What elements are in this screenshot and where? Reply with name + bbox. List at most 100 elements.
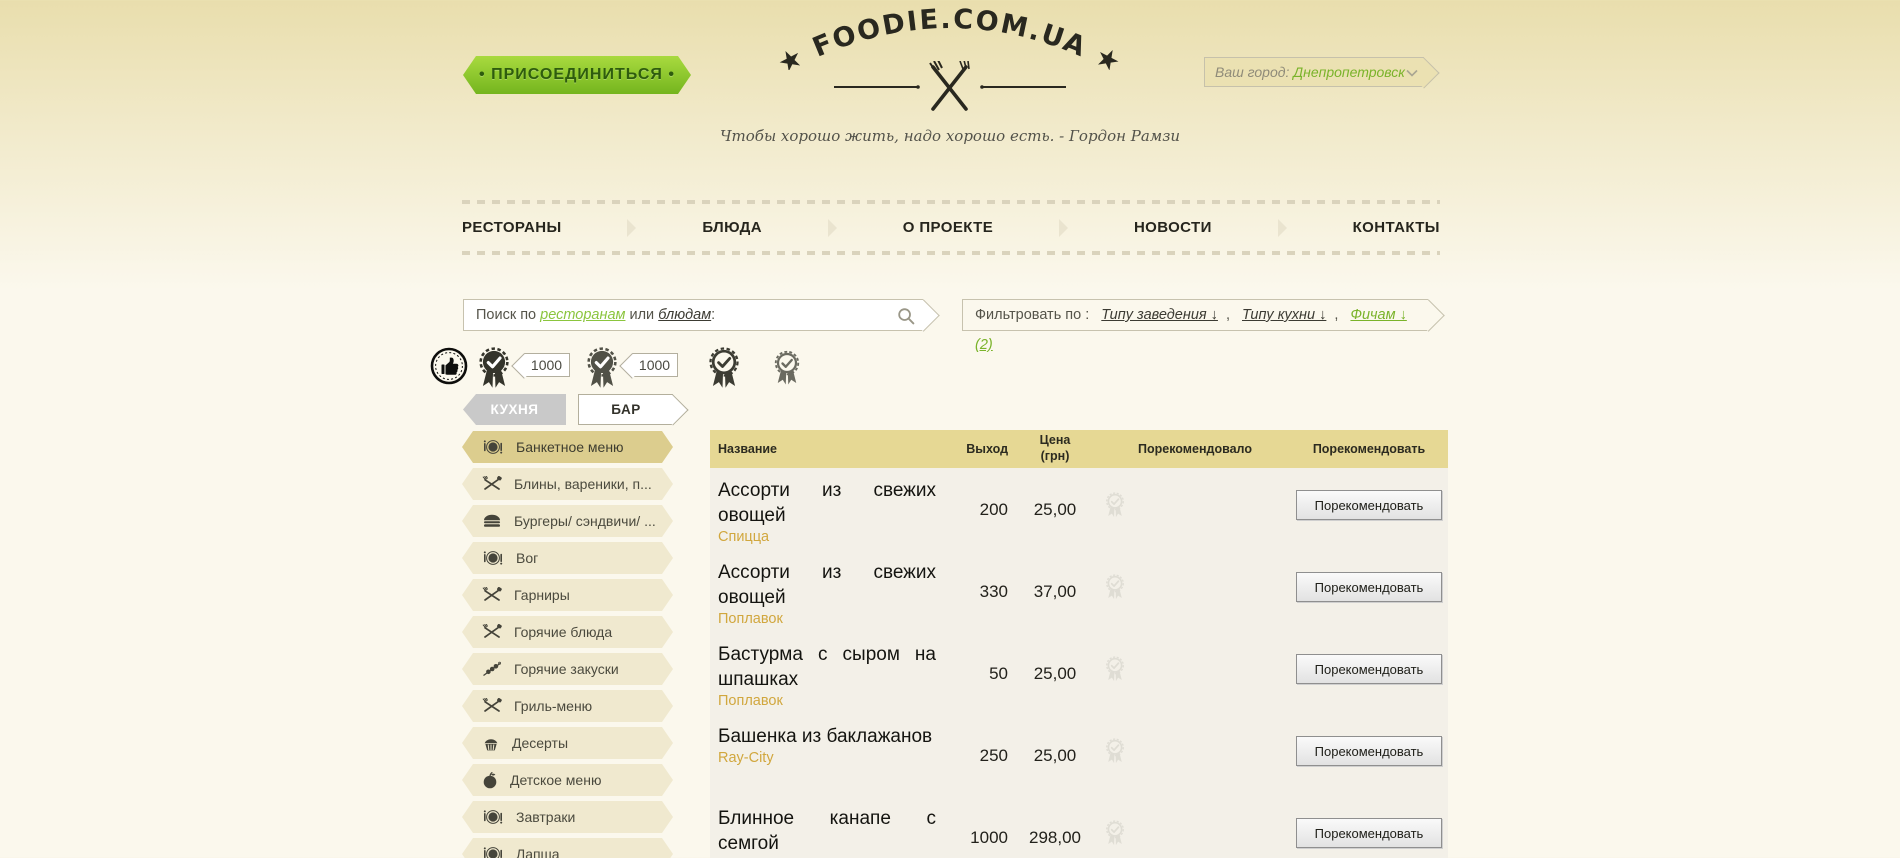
sidebar-item-label: Горячие блюда <box>514 624 613 640</box>
sidebar-item-label: Десерты <box>512 735 569 751</box>
filter-comma: , <box>1225 307 1230 323</box>
recommend-cell: Порекомендовать <box>1290 804 1448 858</box>
recommended-cell <box>1100 804 1290 858</box>
table-row: Ассорти из свежих овощей Спицца 200 25,0… <box>710 468 1448 550</box>
tab-bar[interactable]: БАР <box>578 394 673 425</box>
recommend-cell: Порекомендовать <box>1290 640 1448 714</box>
plate-icon <box>482 439 504 455</box>
sidebar-item-label: Гарниры <box>514 587 570 603</box>
city-selector[interactable]: Ваш город: Днепропетровск <box>1204 57 1424 87</box>
recommend-button[interactable]: Порекомендовать <box>1296 736 1442 766</box>
sidebar-item-burgers[interactable]: Бургеры/ сэндвичи/ ... <box>462 505 673 537</box>
nav-item-news[interactable]: НОВОСТИ <box>1134 219 1212 236</box>
nav-item-dishes[interactable]: БЛЮДА <box>702 219 762 236</box>
badge-count-value: 1000 <box>638 357 671 373</box>
sidebar-item-label: Гриль-меню <box>514 698 593 714</box>
dish-cell: Ассорти из свежих овощей Спицца <box>710 476 940 550</box>
sidebar-item-label: Блины, вареники, п... <box>514 476 652 492</box>
badge-count-value: 1000 <box>530 357 563 373</box>
sidebar-item-desserts[interactable]: Десерты <box>462 727 673 759</box>
filter-bar: Фильтровать по : Типу заведения ↓, Типу … <box>962 299 1428 353</box>
sidebar-item-hot-dishes[interactable]: Горячие блюда <box>462 616 673 648</box>
sidebar-item-label: Завтраки <box>516 809 576 825</box>
medal-outline-badge-icon[interactable] <box>772 350 802 386</box>
badge-count-input[interactable]: 1000 <box>524 353 570 377</box>
sidebar-item-breakfasts[interactable]: Завтраки <box>462 801 673 833</box>
dish-name[interactable]: Блинное канапе с семгой <box>710 804 940 856</box>
filter-label: Фильтровать по : <box>975 307 1090 323</box>
tagline: Чтобы хорошо жить, надо хорошо есть. - Г… <box>719 127 1181 145</box>
sidebar-item-label: Банкетное меню <box>516 439 624 455</box>
dish-weight: 200 <box>979 500 1008 519</box>
dish-restaurant[interactable]: Поплавок <box>710 610 940 627</box>
sidebar-item-pancakes[interactable]: Блины, вареники, п... <box>462 468 673 500</box>
table-body: Ассорти из свежих овощей Спицца 200 25,0… <box>710 468 1448 858</box>
filter-comma: , <box>1334 307 1339 323</box>
recommend-button[interactable]: Порекомендовать <box>1296 818 1442 848</box>
dish-weight: 250 <box>979 746 1008 765</box>
search-input[interactable]: Поиск по ресторанам или блюдам: <box>463 299 923 331</box>
sidebar-item-grill[interactable]: Гриль-меню <box>462 690 673 722</box>
search-colon: : <box>711 307 716 323</box>
nav-item-restaurants[interactable]: РЕСТОРАНЫ <box>462 219 562 236</box>
join-button[interactable]: • ПРИСОЕДИНИТЬСЯ • <box>463 56 691 94</box>
table-row: Блинное канапе с семгой Ray-City 1000 29… <box>710 796 1448 858</box>
join-button-label: • ПРИСОЕДИНИТЬСЯ • <box>479 66 675 83</box>
table-row: Бастурма с сыром на шпашках Поплавок 50 … <box>710 632 1448 714</box>
recommend-button[interactable]: Порекомендовать <box>1296 572 1442 602</box>
sidebar-item-hot-snacks[interactable]: Горячие закуски <box>462 653 673 685</box>
nav-item-contacts[interactable]: КОНТАКТЫ <box>1353 219 1440 236</box>
recommend-cell: Порекомендовать <box>1290 722 1448 796</box>
nav-separator-icon <box>827 218 837 237</box>
search-icon[interactable] <box>897 307 915 325</box>
dish-price: 25,00 <box>1033 746 1077 765</box>
dish-restaurant[interactable]: Поплавок <box>710 692 940 709</box>
dish-weight: 50 <box>989 664 1008 683</box>
filter-cuisine-type[interactable]: Типу кухни ↓ <box>1242 307 1326 323</box>
thumbs-up-badge-icon[interactable] <box>430 347 468 385</box>
plate-icon <box>482 846 504 858</box>
sidebar-item-kids-menu[interactable]: Детское меню <box>462 764 673 796</box>
site-logo[interactable]: ★ FOODIE.COM.UA ★ <box>773 4 1125 118</box>
badge-count-input[interactable]: 1000 <box>632 353 678 377</box>
filter-venue-type[interactable]: Типу заведения ↓ <box>1101 307 1218 323</box>
dish-name[interactable]: Ассорти из свежих овощей <box>710 476 940 528</box>
dish-restaurant[interactable]: Ray-City <box>710 749 940 766</box>
dish-name[interactable]: Бастурма с сыром на шпашках <box>710 640 940 692</box>
medal-badge-icon[interactable] <box>476 347 512 389</box>
foodie-page: • ПРИСОЕДИНИТЬСЯ • ★ FOODIE.COM.UA ★ Ваш… <box>0 0 1900 858</box>
utensils-icon <box>482 698 502 714</box>
recommend-button[interactable]: Порекомендовать <box>1296 654 1442 684</box>
category-sidebar: Банкетное меню Блины, вареники, п... Бур… <box>462 431 673 858</box>
medal-outline-badge-icon[interactable] <box>706 347 742 389</box>
sidebar-item-noodles[interactable]: Лапша <box>462 838 673 858</box>
nav-separator-icon <box>1277 218 1287 237</box>
tab-kitchen-label: КУХНЯ <box>490 402 539 417</box>
ghost-medal-icon <box>1104 492 1126 518</box>
dish-name[interactable]: Башенка из баклажанов <box>710 722 940 749</box>
apple-icon <box>482 771 498 789</box>
recommend-button[interactable]: Порекомендовать <box>1296 490 1442 520</box>
sidebar-item-label: Горячие закуски <box>514 661 619 677</box>
search-dishes-link[interactable]: блюдам <box>658 307 711 323</box>
sidebar-item-wok[interactable]: Вог <box>462 542 673 574</box>
nav-item-about[interactable]: О ПРОЕКТЕ <box>903 219 993 236</box>
sidebar-item-banquet[interactable]: Банкетное меню <box>462 431 673 463</box>
city-value: Днепропетровск <box>1293 64 1405 80</box>
header-recommend: Порекомендовать <box>1312 442 1426 456</box>
dish-cell: Бастурма с сыром на шпашках Поплавок <box>710 640 940 714</box>
search-restaurants-link[interactable]: ресторанам <box>540 307 625 323</box>
dish-restaurant[interactable]: Спицца <box>710 528 940 545</box>
sidebar-item-garnish[interactable]: Гарниры <box>462 579 673 611</box>
plate-icon <box>482 550 504 566</box>
recommended-cell <box>1100 722 1290 796</box>
utensils-icon <box>482 476 502 492</box>
medal-badge-icon[interactable] <box>584 347 620 389</box>
dish-weight: 330 <box>979 582 1008 601</box>
dish-cell: Башенка из баклажанов Ray-City <box>710 722 940 796</box>
dish-name[interactable]: Ассорти из свежих овощей <box>710 558 940 610</box>
sidebar-item-label: Вог <box>516 550 539 566</box>
tab-kitchen[interactable]: КУХНЯ <box>463 394 566 425</box>
sidebar-item-label: Лапша <box>516 846 560 858</box>
ghost-medal-icon <box>1104 820 1126 846</box>
